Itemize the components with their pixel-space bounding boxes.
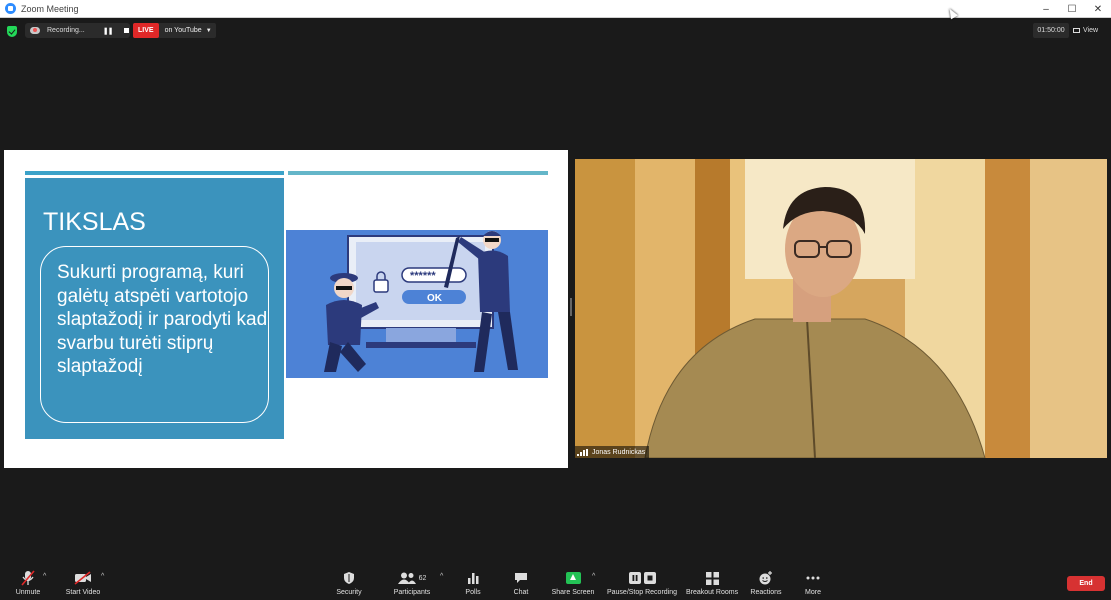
zoom-meeting-window: Zoom Meeting – ☐ ✕ Recording... ❚❚ LIVE … — [0, 0, 1111, 600]
zoom-logo-icon — [5, 3, 16, 14]
breakout-rooms-button[interactable]: Breakout Rooms — [686, 569, 738, 596]
cloud-recording-icon — [30, 27, 40, 34]
breakout-rooms-label: Breakout Rooms — [685, 589, 739, 596]
polls-label: Polls — [465, 589, 481, 596]
participants-icon — [397, 572, 416, 584]
share-screen-arrow-icon — [565, 572, 581, 584]
shared-screen-slide: TIKSLAS Sukurti programą, kuri galėtų at… — [4, 150, 568, 468]
view-button[interactable]: View — [1073, 23, 1105, 38]
recording-indicator: Recording... ❚❚ — [25, 23, 130, 38]
live-target-label: on YouTube — [164, 27, 202, 34]
video-options-chevron-icon[interactable]: ^ — [101, 573, 104, 580]
participant-name: Jonas Rudnickas — [592, 448, 646, 456]
polls-bar-chart-icon — [468, 573, 479, 584]
signal-strength-icon — [577, 448, 588, 456]
participants-options-chevron-icon[interactable]: ^ — [440, 573, 443, 580]
encryption-shield-icon[interactable] — [7, 26, 17, 37]
slide-accent-bar-right — [288, 171, 548, 175]
pause-stop-recording-label: Pause/Stop Recording — [606, 589, 678, 596]
meeting-controls-toolbar: Unmute ^ Start Video ^ Security 62 Parti… — [0, 565, 1111, 600]
pause-recording-icon[interactable]: ❚❚ — [103, 27, 114, 35]
chat-bubble-icon — [515, 573, 527, 583]
stop-icon — [643, 572, 656, 584]
password-mask-text: ****** — [410, 270, 436, 282]
more-ellipsis-icon — [806, 576, 820, 580]
chat-button[interactable]: Chat — [511, 569, 531, 596]
security-label: Security — [336, 589, 362, 596]
meeting-timer: 01:50:00 — [1033, 23, 1069, 38]
minimize-button[interactable]: – — [1033, 0, 1059, 18]
pause-stop-recording-button[interactable]: Pause/Stop Recording — [606, 569, 678, 596]
ok-button-label: OK — [427, 293, 443, 304]
unmute-label: Unmute — [15, 589, 41, 596]
security-button[interactable]: Security — [334, 569, 364, 596]
audio-options-chevron-icon[interactable]: ^ — [43, 573, 46, 580]
video-off-camera-icon — [74, 571, 91, 585]
pause-icon — [628, 572, 641, 584]
view-grid-icon — [1073, 28, 1080, 33]
breakout-rooms-grid-icon — [705, 571, 719, 585]
hacker-illustration: ****** OK — [286, 230, 548, 378]
start-video-button[interactable]: Start Video — [63, 569, 103, 596]
participants-label: Participants — [393, 589, 431, 596]
view-label: View — [1083, 27, 1099, 34]
reactions-button[interactable]: Reactions — [750, 569, 782, 596]
recording-label: Recording... — [47, 27, 85, 34]
share-options-chevron-icon[interactable]: ^ — [592, 573, 595, 580]
reactions-label: Reactions — [750, 589, 782, 596]
security-shield-icon — [344, 572, 354, 584]
muted-microphone-icon — [21, 570, 35, 586]
participants-count: 62 — [418, 574, 427, 582]
participant-name-bar: Jonas Rudnickas — [575, 446, 650, 458]
unmute-button[interactable]: Unmute — [12, 569, 44, 596]
live-badge: LIVE — [133, 23, 159, 38]
maximize-button[interactable]: ☐ — [1059, 0, 1085, 18]
start-video-label: Start Video — [65, 589, 101, 596]
end-meeting-button[interactable]: End — [1067, 576, 1105, 591]
chat-label: Chat — [513, 589, 529, 596]
participant-video-feed — [575, 159, 1107, 458]
slide-accent-bar-left — [25, 171, 284, 175]
stop-recording-icon[interactable] — [124, 28, 130, 33]
panel-splitter-handle[interactable] — [570, 298, 572, 316]
participant-video-tile[interactable]: Jonas Rudnickas — [575, 159, 1107, 458]
slide-title: TIKSLAS — [43, 208, 146, 236]
share-screen-label: Share Screen — [551, 589, 595, 596]
window-title: Zoom Meeting — [21, 3, 79, 14]
more-label: More — [805, 589, 821, 596]
slide-body-text: Sukurti programą, kuri galėtų atspėti va… — [40, 246, 269, 423]
window-title-bar: Zoom Meeting – ☐ ✕ — [0, 0, 1111, 18]
share-screen-button[interactable]: Share Screen — [551, 569, 595, 596]
polls-button[interactable]: Polls — [462, 569, 484, 596]
live-stream-indicator[interactable]: LIVE on YouTube ▼ — [133, 23, 216, 38]
close-button[interactable]: ✕ — [1085, 0, 1111, 18]
slide-title-panel: TIKSLAS Sukurti programą, kuri galėtų at… — [25, 178, 284, 439]
chevron-down-icon: ▼ — [205, 27, 212, 34]
participants-button[interactable]: 62 Participants — [390, 569, 434, 596]
more-button[interactable]: More — [803, 569, 823, 596]
reactions-smiley-icon — [759, 571, 772, 585]
